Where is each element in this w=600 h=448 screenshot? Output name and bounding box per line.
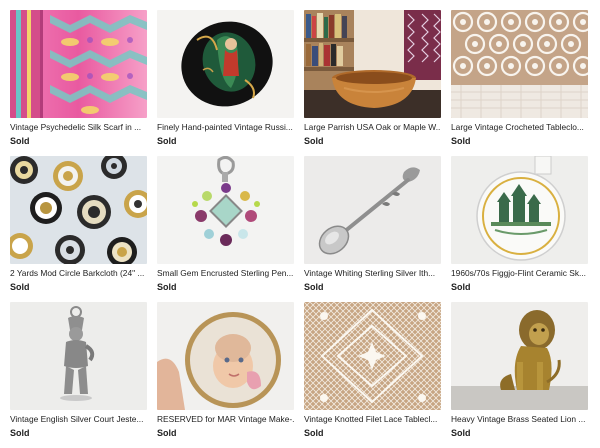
listing-grid: Vintage Psychedelic Silk Scarf in ... So… xyxy=(10,10,588,448)
listing-card[interactable]: Vintage Knotted Filet Lace Tablecl... So… xyxy=(304,302,441,448)
sold-status: Sold xyxy=(10,428,30,438)
listing-card[interactable]: Vintage Whiting Sterling Silver Ith... S… xyxy=(304,156,441,302)
sold-status: Sold xyxy=(451,282,471,292)
listing-title[interactable]: Large Vintage Crocheted Tableclo... xyxy=(451,122,588,133)
sold-status: Sold xyxy=(157,136,177,146)
listing-title[interactable]: 2 Yards Mod Circle Barkcloth (24" ... xyxy=(10,268,147,279)
brass-lion-photo[interactable] xyxy=(451,302,588,410)
listing-card[interactable]: Large Parrish USA Oak or Maple W... Sold xyxy=(304,10,441,156)
sterling-silver-spoon-photo[interactable] xyxy=(304,156,441,264)
listing-title[interactable]: Vintage Knotted Filet Lace Tablecl... xyxy=(304,414,441,425)
crocheted-tablecloth-photo[interactable] xyxy=(451,10,588,118)
listing-card[interactable]: Vintage Psychedelic Silk Scarf in ... So… xyxy=(10,10,147,156)
mod-circle-barkcloth-photo[interactable] xyxy=(10,156,147,264)
listing-title[interactable]: Small Gem Encrusted Sterling Pen... xyxy=(157,268,294,279)
listing-title[interactable]: RESERVED for MAR Vintage Make-... xyxy=(157,414,294,425)
listing-card[interactable]: Small Gem Encrusted Sterling Pen... Sold xyxy=(157,156,294,302)
listing-title[interactable]: Heavy Vintage Brass Seated Lion ... xyxy=(451,414,588,425)
listing-card[interactable]: Vintage English Silver Court Jeste... So… xyxy=(10,302,147,448)
listing-title[interactable]: 1960s/70s Figgjo-Flint Ceramic Sk... xyxy=(451,268,588,279)
listing-title[interactable]: Vintage Psychedelic Silk Scarf in ... xyxy=(10,122,147,133)
sold-status: Sold xyxy=(157,282,177,292)
listing-title[interactable]: Finely Hand-painted Vintage Russi... xyxy=(157,122,294,133)
figgjo-ceramic-dish-photo[interactable] xyxy=(451,156,588,264)
vintage-compact-photo[interactable] xyxy=(157,302,294,410)
filet-lace-tablecloth-photo[interactable] xyxy=(304,302,441,410)
sold-status: Sold xyxy=(451,428,471,438)
sold-status: Sold xyxy=(157,428,177,438)
sold-status: Sold xyxy=(10,282,30,292)
listing-card[interactable]: RESERVED for MAR Vintage Make-... Sold xyxy=(157,302,294,448)
listing-card[interactable]: 2 Yards Mod Circle Barkcloth (24" ... So… xyxy=(10,156,147,302)
wooden-bowl-photo[interactable] xyxy=(304,10,441,118)
gem-sterling-pendant-photo[interactable] xyxy=(157,156,294,264)
listing-title[interactable]: Large Parrish USA Oak or Maple W... xyxy=(304,122,441,133)
listing-title[interactable]: Vintage English Silver Court Jeste... xyxy=(10,414,147,425)
sold-status: Sold xyxy=(304,428,324,438)
sold-status: Sold xyxy=(304,282,324,292)
sold-status: Sold xyxy=(10,136,30,146)
listing-title[interactable]: Vintage Whiting Sterling Silver Ith... xyxy=(304,268,441,279)
listing-card[interactable]: Large Vintage Crocheted Tableclo... Sold xyxy=(451,10,588,156)
sold-status: Sold xyxy=(304,136,324,146)
listing-card[interactable]: 1960s/70s Figgjo-Flint Ceramic Sk... Sol… xyxy=(451,156,588,302)
hand-painted-brooch-photo[interactable] xyxy=(157,10,294,118)
silver-court-jester-photo[interactable] xyxy=(10,302,147,410)
listing-card[interactable]: Heavy Vintage Brass Seated Lion ... Sold xyxy=(451,302,588,448)
sold-status: Sold xyxy=(451,136,471,146)
listing-card[interactable]: Finely Hand-painted Vintage Russi... Sol… xyxy=(157,10,294,156)
psychedelic-silk-scarf-photo[interactable] xyxy=(10,10,147,118)
